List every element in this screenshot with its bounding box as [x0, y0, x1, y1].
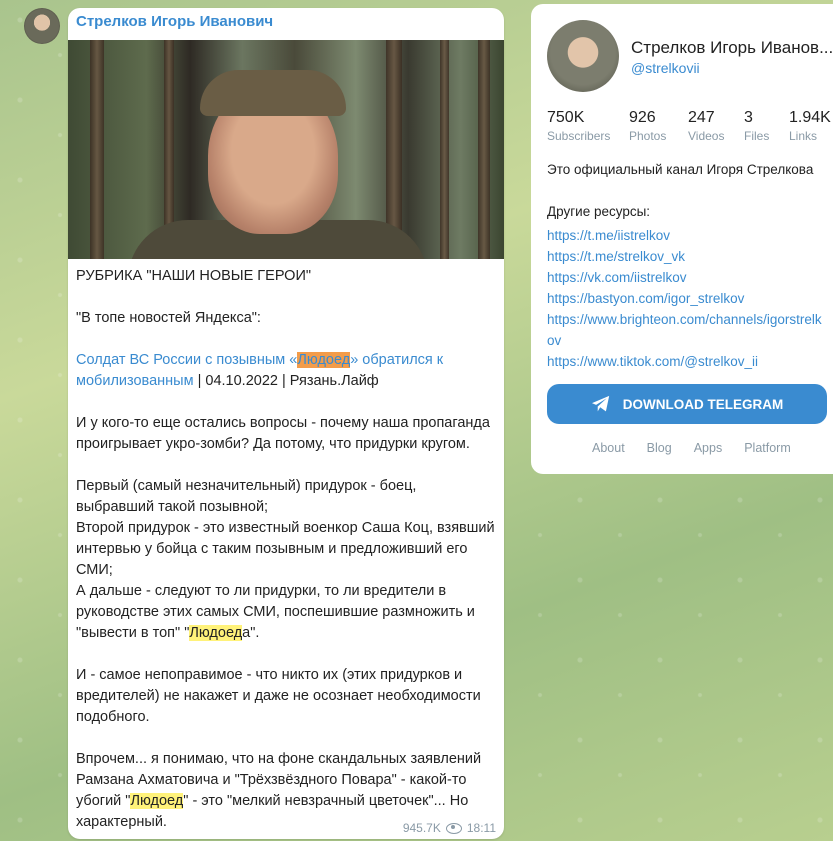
- post-intro: "В топе новостей Яндекса":: [76, 310, 261, 326]
- search-highlight: Людоед: [130, 793, 184, 809]
- eye-icon: [445, 822, 462, 834]
- stat-links[interactable]: 1.94K Links: [789, 108, 831, 144]
- post-paragraph-list: Первый (самый незначительный) придурок -…: [76, 478, 495, 641]
- download-label: DOWNLOAD TELEGRAM: [622, 396, 784, 412]
- stat-files[interactable]: 3 Files: [744, 108, 769, 144]
- resources-title: Другие ресурсы:: [547, 204, 651, 219]
- headline-meta: | 04.10.2022 | Рязань.Лайф: [193, 373, 379, 389]
- resources-list: https://t.me/iistrelkov https://t.me/str…: [547, 225, 829, 372]
- resource-link[interactable]: https://www.tiktok.com/@strelkov_ii: [547, 351, 829, 372]
- channel-stats: 750K Subscribers 926 Photos 247 Videos 3 Fil…: [547, 108, 833, 152]
- post-headline: Солдат ВС России с позывным «Людоед» обр…: [76, 350, 496, 392]
- stat-photos[interactable]: 926 Photos: [629, 108, 666, 144]
- post-author[interactable]: Стрелков Игорь Иванович: [76, 13, 273, 30]
- channel-info-card: Стрелков Игорь Иванов... @strelkovii 750…: [531, 4, 833, 474]
- post-rubric: РУБРИКА "НАШИ НОВЫЕ ГЕРОИ": [76, 268, 312, 284]
- channel-username[interactable]: @strelkovii: [631, 60, 700, 76]
- stat-subscribers: 750K Subscribers: [547, 109, 611, 143]
- post-photo[interactable]: [68, 40, 504, 259]
- download-telegram-button[interactable]: DOWNLOAD TELEGRAM: [547, 384, 827, 424]
- footer-links: About Blog Apps Platform: [531, 441, 833, 455]
- stat-videos[interactable]: 247 Videos: [688, 108, 724, 144]
- footer-link-about[interactable]: About: [592, 441, 625, 455]
- search-highlight: Людоед: [189, 625, 243, 641]
- post-time: 18:11: [466, 821, 496, 835]
- tree-trunk: [90, 40, 104, 259]
- resource-link[interactable]: https://www.brighteon.com/channels/igors…: [547, 309, 829, 351]
- channel-avatar-large: [547, 20, 619, 92]
- view-count: 945.7K: [402, 821, 441, 835]
- post-text: РУБРИКА "НАШИ НОВЫЕ ГЕРОИ" "В топе новос…: [76, 266, 496, 839]
- channel-post: Стрелков Игорь Иванович РУБРИКА "НАШИ НО…: [68, 8, 504, 839]
- resource-link[interactable]: https://bastyon.com/igor_strelkov: [547, 288, 829, 309]
- footer-link-apps[interactable]: Apps: [694, 441, 723, 455]
- resource-link[interactable]: https://vk.com/iistrelkov: [547, 267, 829, 288]
- channel-description: Это официальный канал Игоря Стрелкова: [547, 162, 814, 177]
- resource-link[interactable]: https://t.me/strelkov_vk: [547, 246, 829, 267]
- search-highlight-active: Людоед: [297, 352, 351, 368]
- post-paragraph: И - самое непоправимое - что никто их (э…: [76, 667, 481, 725]
- person-bandana: [200, 70, 346, 116]
- paper-plane-icon: [591, 395, 609, 412]
- tree-trunk: [440, 40, 449, 259]
- tree-trunk: [478, 40, 490, 259]
- post-paragraph: И у кого-то еще остались вопросы - почем…: [76, 415, 490, 452]
- footer-link-blog[interactable]: Blog: [647, 441, 672, 455]
- channel-avatar[interactable]: [24, 8, 60, 44]
- post-meta: 945.7K 18:11: [403, 821, 496, 835]
- channel-name: Стрелков Игорь Иванов...: [631, 38, 833, 57]
- footer-link-platform[interactable]: Platform: [744, 441, 791, 455]
- resource-link[interactable]: https://t.me/iistrelkov: [547, 225, 829, 246]
